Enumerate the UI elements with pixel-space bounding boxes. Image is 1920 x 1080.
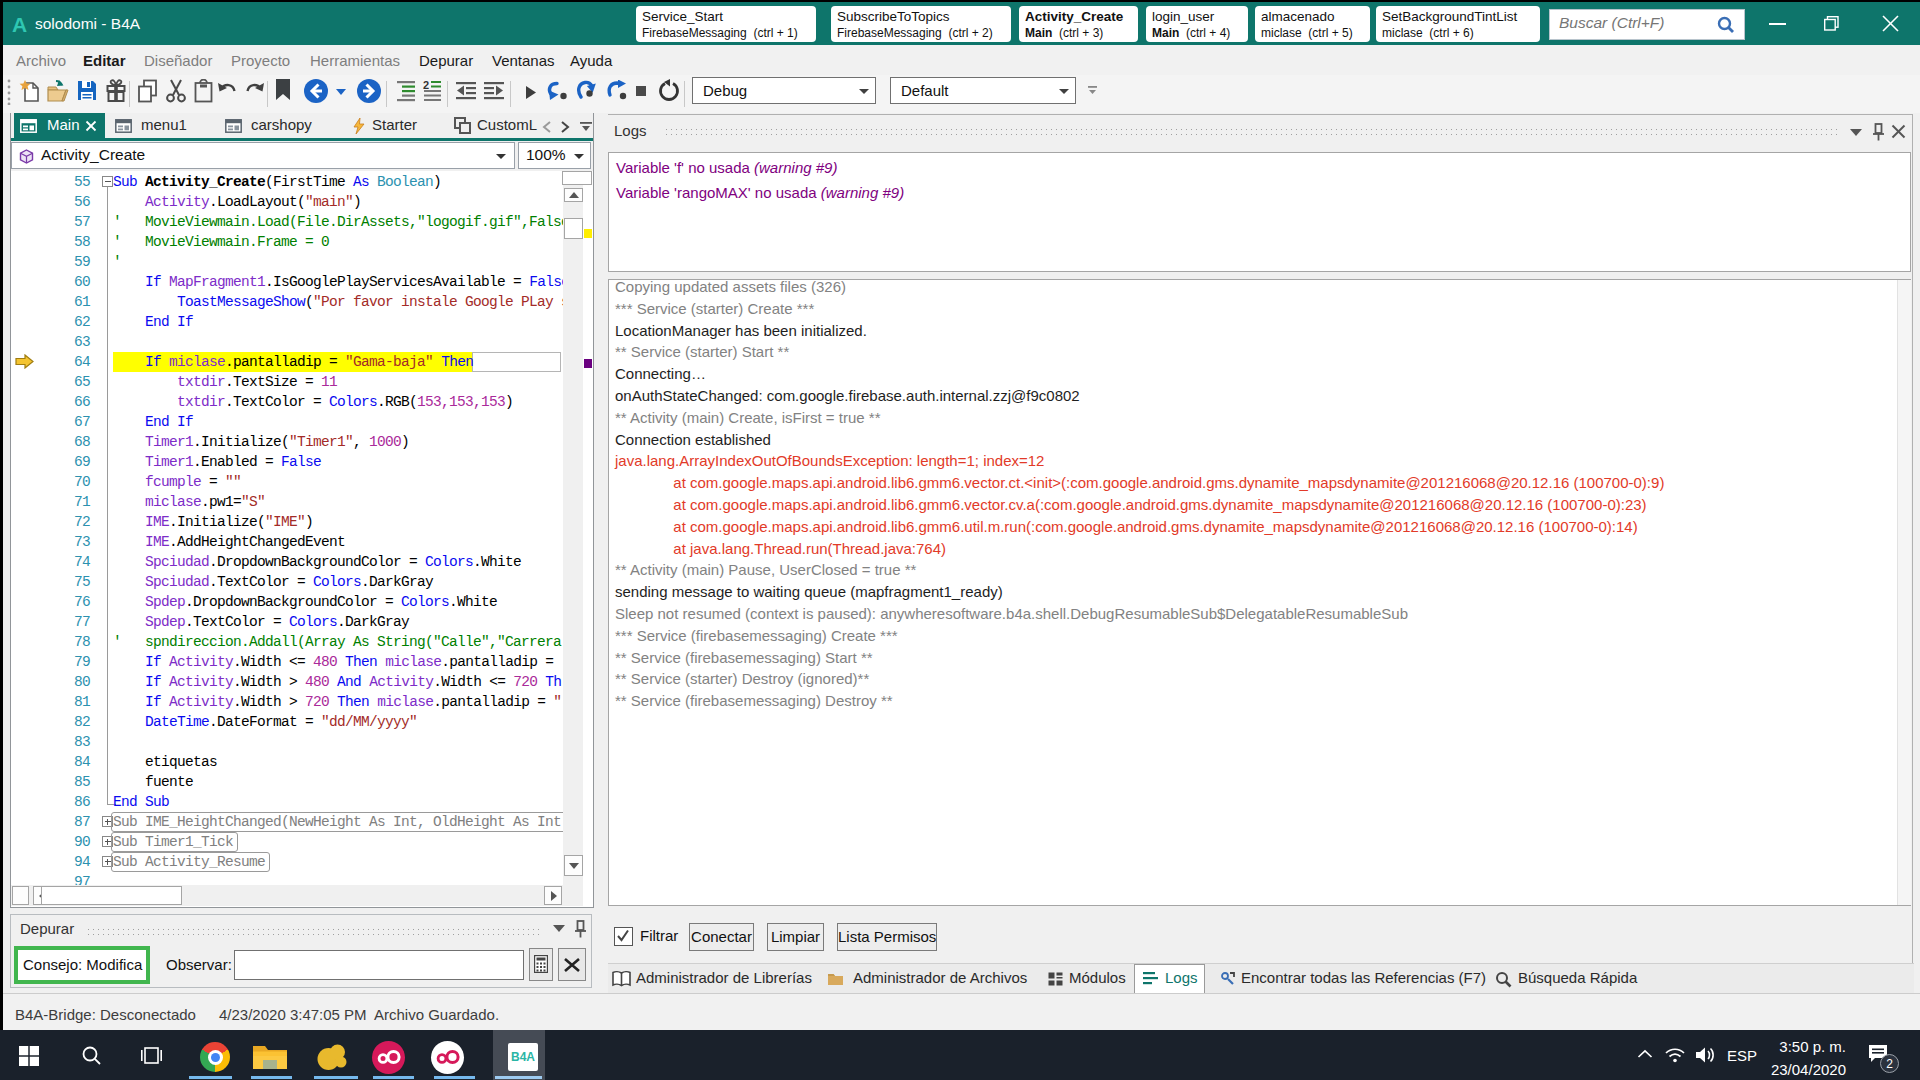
svg-text:2: 2 [423,80,429,91]
